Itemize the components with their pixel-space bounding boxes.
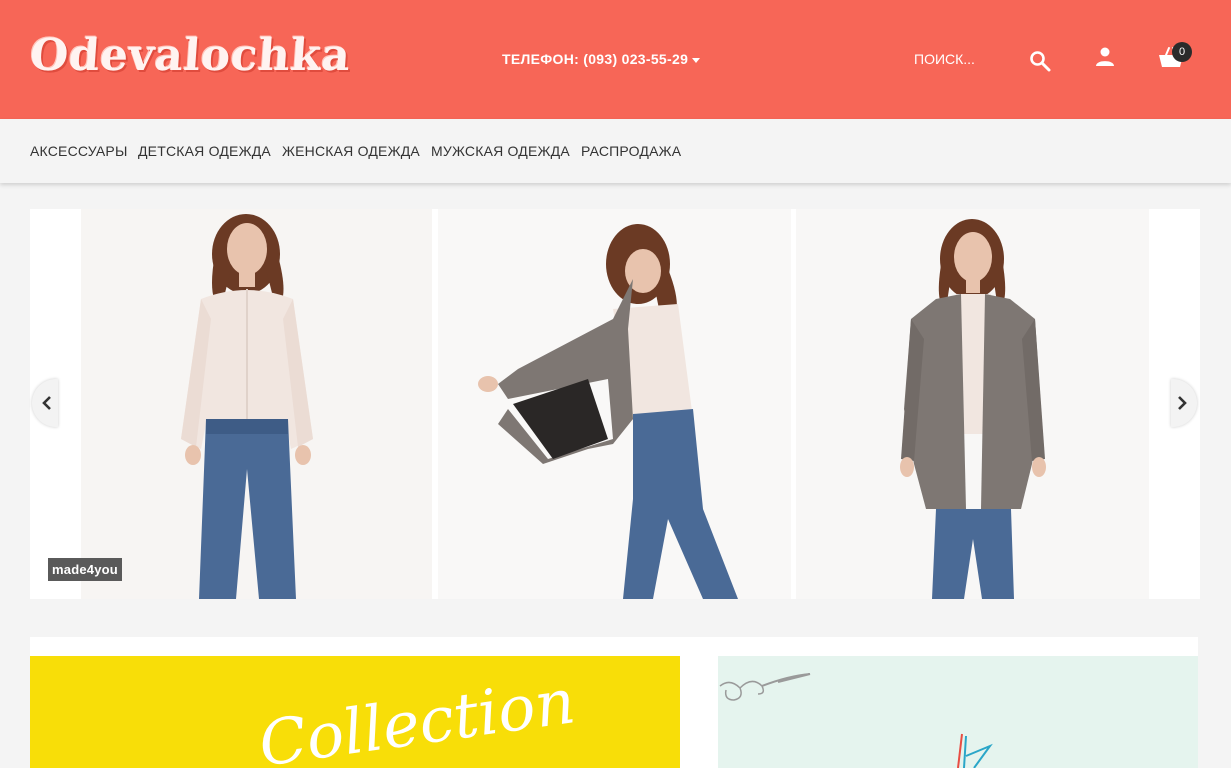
search-icon[interactable] [1028,49,1052,73]
phone-label: ТЕЛЕФОН: (093) 023-55-29 [502,51,689,67]
nav-item-accessories[interactable]: АКСЕССУАРЫ [30,143,128,159]
slide-image-3 [796,209,1149,599]
nav-item-men[interactable]: МУЖСКАЯ ОДЕЖДА [431,143,570,159]
nav-item-women[interactable]: ЖЕНСКАЯ ОДЕЖДА [282,143,420,159]
chevron-right-icon [1178,396,1187,410]
collection-banner[interactable]: Collection [30,656,680,768]
slide-image-1 [81,209,432,599]
slide-image-2 [438,209,791,599]
slide-caption: made4you [48,558,122,581]
decorative-ornament-icon [719,673,993,768]
category-nav: АКСЕССУАРЫ ДЕТСКАЯ ОДЕЖДА ЖЕНСКАЯ ОДЕЖДА… [0,119,1231,183]
search-input[interactable] [906,43,1016,75]
phone-dropdown[interactable]: ТЕЛЕФОН: (093) 023-55-29 [502,51,701,67]
user-icon[interactable] [1094,46,1116,68]
product-slider[interactable] [30,209,1200,599]
secondary-banner[interactable] [718,656,1198,768]
chevron-left-icon [42,396,51,410]
nav-item-sale[interactable]: РАСПРОДАЖА [581,143,681,159]
caret-down-icon [692,57,701,63]
collection-banner-text: Collection [254,664,580,768]
cart-count-badge: 0 [1172,42,1192,62]
nav-item-kids[interactable]: ДЕТСКАЯ ОДЕЖДА [138,143,271,159]
site-header: Odevalochka ТЕЛЕФОН: (093) 023-55-29 0 [0,0,1231,119]
site-logo[interactable]: Odevalochka [28,30,352,81]
